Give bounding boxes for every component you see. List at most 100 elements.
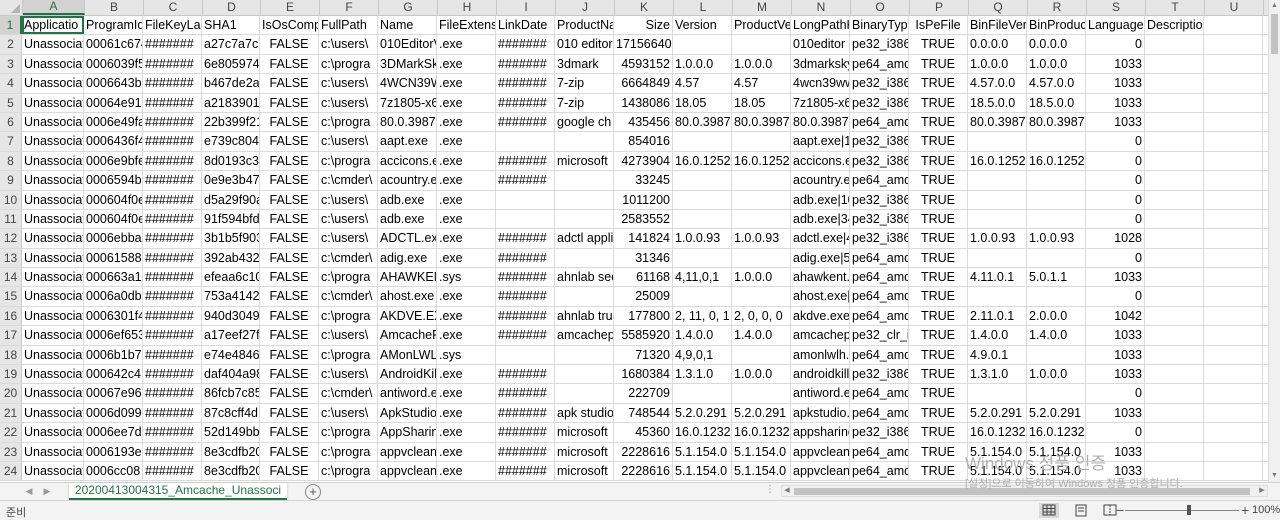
cell[interactable]: [673, 171, 732, 190]
cell[interactable]: [1204, 209, 1263, 229]
cell[interactable]: #######: [143, 35, 202, 54]
cell[interactable]: [732, 384, 791, 403]
cell[interactable]: 7-zip: [555, 93, 614, 112]
cell[interactable]: [555, 248, 614, 268]
column-header-n[interactable]: N: [792, 0, 851, 15]
zoom-in-icon[interactable]: +: [1241, 502, 1249, 518]
cell[interactable]: TRUE: [909, 132, 968, 151]
cell[interactable]: [1204, 248, 1263, 268]
cell[interactable]: 0006a0db: [84, 287, 143, 306]
cell[interactable]: 0006b1b7: [84, 345, 143, 365]
cell[interactable]: adctl appli: [555, 229, 614, 248]
cell[interactable]: [1145, 384, 1204, 403]
cell[interactable]: 2228616: [614, 461, 673, 481]
column-header-h[interactable]: H: [438, 0, 497, 15]
cell[interactable]: microsoft: [555, 461, 614, 481]
cell[interactable]: 940d3049: [202, 306, 260, 326]
cell[interactable]: [1204, 306, 1263, 326]
header-cell[interactable]: BinaryType: [850, 16, 909, 35]
cell[interactable]: 80.0.3987.: [673, 112, 732, 132]
cell[interactable]: 3dmarksky: [791, 54, 850, 74]
cell[interactable]: [1145, 365, 1204, 384]
cell[interactable]: #######: [143, 229, 202, 248]
cell[interactable]: accicons.e: [791, 151, 850, 171]
cell[interactable]: 71320: [614, 345, 673, 365]
cell[interactable]: 0006d0997: [84, 403, 143, 423]
cell[interactable]: ApkStudio: [378, 403, 437, 423]
cell[interactable]: [1204, 229, 1263, 248]
cell[interactable]: c:\progra: [319, 54, 378, 74]
cell[interactable]: microsoft: [555, 151, 614, 171]
cell[interactable]: #######: [143, 287, 202, 306]
cell[interactable]: androidkill: [791, 365, 850, 384]
column-header-i[interactable]: I: [497, 0, 556, 15]
cell[interactable]: 1033: [1086, 93, 1145, 112]
cell[interactable]: 1.4.0.0: [1027, 326, 1086, 345]
cell[interactable]: #######: [143, 268, 202, 287]
cell[interactable]: ADCTL.exe: [378, 229, 437, 248]
cell[interactable]: 16.0.12527: [673, 151, 732, 171]
cell[interactable]: .exe: [437, 171, 496, 190]
row-header[interactable]: 17: [0, 326, 22, 345]
cell[interactable]: 0006e9bfe: [84, 151, 143, 171]
cell[interactable]: 3DMarkSk: [378, 54, 437, 74]
cell[interactable]: c:\cmder\: [319, 384, 378, 403]
cell[interactable]: c:\progra: [319, 151, 378, 171]
cell[interactable]: [673, 132, 732, 151]
cell[interactable]: [1145, 93, 1204, 112]
cell[interactable]: #######: [143, 171, 202, 190]
cell[interactable]: 4593152: [614, 54, 673, 74]
cell[interactable]: pe32_i386: [850, 365, 909, 384]
cell[interactable]: 0: [1086, 248, 1145, 268]
cell[interactable]: [1027, 190, 1086, 209]
cell[interactable]: a2183901f: [202, 93, 260, 112]
cell[interactable]: .exe: [437, 93, 496, 112]
cell[interactable]: [732, 209, 791, 229]
cell[interactable]: 80.0.3987.: [1027, 112, 1086, 132]
cell[interactable]: [1145, 190, 1204, 209]
cell[interactable]: 87c8cff4d: [202, 403, 260, 423]
cell[interactable]: .sys: [437, 268, 496, 287]
row-header[interactable]: 3: [0, 54, 22, 74]
column-header-u[interactable]: U: [1205, 0, 1264, 15]
cell[interactable]: [1145, 403, 1204, 423]
column-header-j[interactable]: J: [556, 0, 615, 15]
cell[interactable]: c:\users\: [319, 190, 378, 209]
cell[interactable]: 0: [1086, 35, 1145, 54]
cell[interactable]: 8e3cdfb20: [202, 461, 260, 481]
cell[interactable]: [1204, 112, 1263, 132]
cell[interactable]: [732, 171, 791, 190]
cell[interactable]: microsoft: [555, 423, 614, 442]
cell[interactable]: 010 editor: [555, 35, 614, 54]
cell[interactable]: acountry.e: [378, 171, 437, 190]
cell[interactable]: .exe: [437, 132, 496, 151]
header-cell[interactable]: IsOsComp: [260, 16, 319, 35]
cell[interactable]: TRUE: [909, 423, 968, 442]
row-header[interactable]: 15: [0, 287, 22, 306]
row-header[interactable]: 18: [0, 345, 22, 365]
cell[interactable]: 80.0.3987.: [378, 112, 437, 132]
cell[interactable]: e739c8042: [202, 132, 260, 151]
cell[interactable]: TRUE: [909, 287, 968, 306]
cell[interactable]: 1.0.0.93: [1027, 229, 1086, 248]
cell[interactable]: pe64_amd: [850, 345, 909, 365]
cell[interactable]: 1028: [1086, 229, 1145, 248]
zoom-level[interactable]: 100%: [1252, 504, 1280, 516]
cell[interactable]: TRUE: [909, 384, 968, 403]
cell[interactable]: TRUE: [909, 190, 968, 209]
cell[interactable]: TRUE: [909, 326, 968, 345]
cell[interactable]: [1145, 345, 1204, 365]
cell[interactable]: .exe: [437, 229, 496, 248]
cell[interactable]: 435456: [614, 112, 673, 132]
cell[interactable]: 5.2.0.291: [732, 403, 791, 423]
cell[interactable]: Unassociat: [22, 74, 84, 93]
cell[interactable]: 3b1b5f903: [202, 229, 260, 248]
cell[interactable]: 1.0.0.0: [1027, 54, 1086, 74]
cell[interactable]: 5.2.0.291: [673, 403, 732, 423]
cell[interactable]: [1204, 54, 1263, 74]
cell[interactable]: [968, 384, 1027, 403]
cell[interactable]: 00067e96: [84, 384, 143, 403]
cell[interactable]: [673, 190, 732, 209]
cell[interactable]: 2.0.0.0: [1027, 306, 1086, 326]
cell[interactable]: AMonLWL: [378, 345, 437, 365]
